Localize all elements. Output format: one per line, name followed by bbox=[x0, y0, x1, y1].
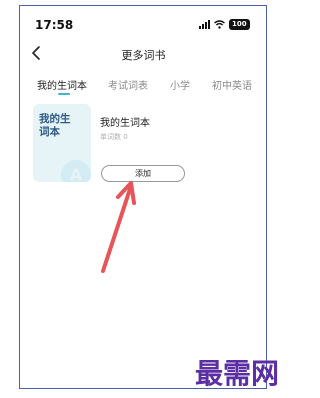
cover-title: 我的生词本 bbox=[39, 113, 71, 138]
page-title: 更多词书 bbox=[121, 49, 166, 62]
tab-active-indicator bbox=[58, 93, 70, 95]
watermark-logo: 最需网 bbox=[195, 357, 280, 390]
word-count: 单词数 0 bbox=[100, 133, 128, 141]
battery-icon: 100 bbox=[229, 19, 250, 30]
cover-letter-badge: A bbox=[61, 160, 91, 182]
status-icons: 100 bbox=[199, 19, 250, 30]
tab-junior-english[interactable]: 初中英语 bbox=[212, 77, 252, 92]
book-name: 我的生词本 bbox=[100, 118, 150, 129]
signal-icon bbox=[199, 20, 210, 29]
status-time: 17:58 bbox=[35, 18, 74, 32]
tab-exam-list[interactable]: 考试词表 bbox=[108, 77, 148, 92]
add-button[interactable]: 添加 bbox=[101, 165, 185, 182]
wifi-icon bbox=[214, 20, 225, 29]
tab-primary-school[interactable]: 小学 bbox=[170, 77, 190, 92]
book-cover[interactable]: 我的生词本 A bbox=[33, 104, 91, 182]
tab-my-vocab[interactable]: 我的生词本 bbox=[37, 77, 87, 92]
